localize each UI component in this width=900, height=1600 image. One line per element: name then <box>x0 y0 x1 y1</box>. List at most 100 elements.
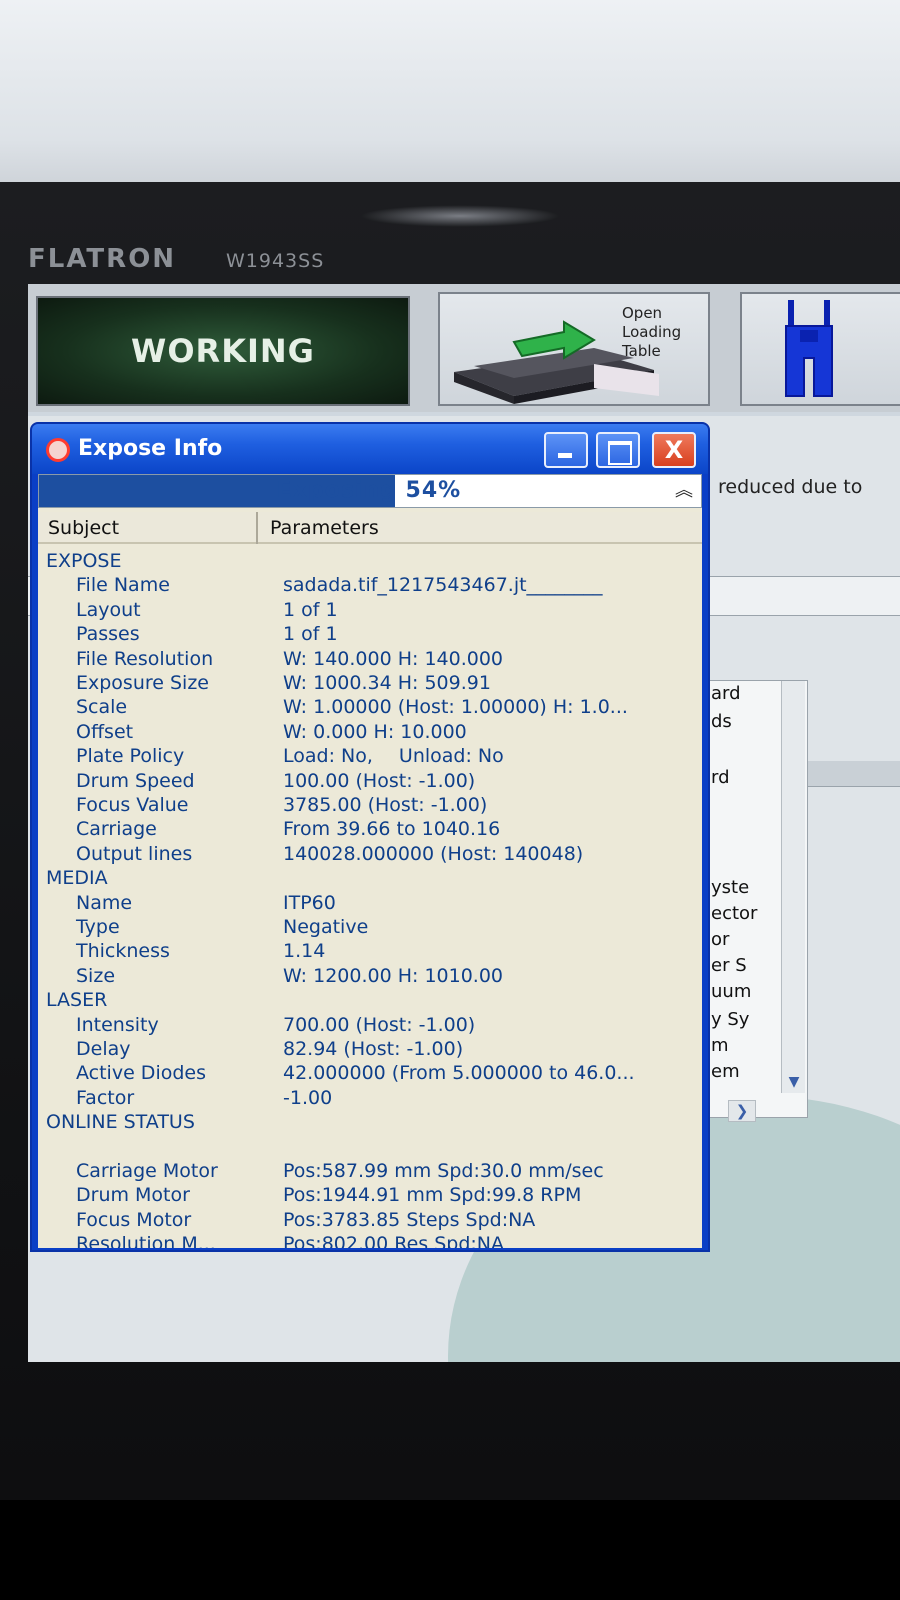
row-parameter: 1 of 1 <box>283 623 338 646</box>
plate-policy-load: Load: No, <box>283 745 373 768</box>
list-item[interactable]: ds <box>711 711 732 732</box>
row-subject: MEDIA <box>46 867 108 890</box>
row-parameter: 100.00 (Host: -1.00) <box>283 769 476 792</box>
overalls-icon <box>785 300 833 397</box>
app-toolbar: WORKING Open Loading Table <box>28 284 900 412</box>
row-subject: Layout <box>76 598 141 621</box>
table-row[interactable]: Carriage Motor Pos:587.99 mm Spd:30.0 mm/… <box>38 1160 702 1184</box>
row-subject: Active Diodes <box>76 1062 206 1085</box>
section-header-row[interactable]: EXPOSE <box>38 550 702 574</box>
window-client-area: Exposing 54% ︽ Subject Parameters EXPOSE… <box>38 474 702 1248</box>
open-loading-table-label: Open Loading Table <box>622 304 682 360</box>
row-parameter: 1 of 1 <box>283 598 338 621</box>
table-row[interactable]: Passes 1 of 1 <box>38 623 702 647</box>
list-item[interactable]: yste <box>711 877 749 898</box>
list-item[interactable]: er S <box>711 955 747 976</box>
table-row[interactable]: Carriage From 39.66 to 1040.16 <box>38 818 702 842</box>
expose-info-window: Expose Info X Exposing 54% ︽ Subject Par… <box>30 422 710 1252</box>
table-row[interactable]: Factor -1.00 <box>38 1087 702 1111</box>
table-row[interactable]: Size W: 1200.00 H: 1010.00 <box>38 965 702 989</box>
table-row[interactable] <box>38 1136 702 1160</box>
table-row[interactable]: Drum Motor Pos:1944.91 mm Spd:99.8 RPM <box>38 1184 702 1208</box>
list-item[interactable]: y Sy <box>711 1009 749 1030</box>
table-row[interactable]: Scale W: 1.00000 (Host: 1.00000) H: 1.0..… <box>38 696 702 720</box>
open-loading-table-button[interactable]: Open Loading Table <box>438 292 710 406</box>
row-parameter: W: 1.00000 (Host: 1.00000) H: 1.0... <box>283 696 628 719</box>
table-row[interactable]: Output lines 140028.000000 (Host: 140048) <box>38 843 702 867</box>
list-item[interactable]: m <box>711 1035 729 1056</box>
column-header-parameters[interactable]: Parameters <box>260 512 700 544</box>
list-scrollbar[interactable]: ▼ <box>781 681 805 1093</box>
table-row[interactable]: File Name sadada.tif_1217543467.jt_______… <box>38 574 702 598</box>
row-parameter: Load: No, Unload: No <box>283 745 504 767</box>
window-title: Expose Info <box>78 436 223 461</box>
row-parameter: 140028.000000 (Host: 140048) <box>283 842 584 865</box>
row-subject: Passes <box>76 623 140 646</box>
row-subject: Focus Motor <box>76 1208 192 1231</box>
row-subject: Drum Motor <box>76 1184 190 1207</box>
row-parameter: 3785.00 (Host: -1.00) <box>283 794 488 816</box>
row-parameter: W: 1200.00 H: 1010.00 <box>283 964 504 987</box>
table-row[interactable]: Resolution M... Pos:802.00 Res Spd:NA <box>38 1233 702 1248</box>
row-subject: Delay <box>76 1038 131 1060</box>
close-button[interactable]: X <box>652 432 696 468</box>
table-row[interactable]: Exposure Size W: 1000.34 H: 509.91 <box>38 672 702 696</box>
list-item[interactable]: ard <box>711 683 741 704</box>
app-icon <box>46 438 70 462</box>
list-item[interactable]: ector <box>711 903 757 924</box>
row-subject: Exposure Size <box>76 672 209 694</box>
window-title-bar[interactable]: Expose Info X <box>32 424 708 474</box>
table-row[interactable]: Layout 1 of 1 <box>38 599 702 623</box>
working-status-button[interactable]: WORKING <box>36 296 410 406</box>
table-row[interactable]: Active Diodes 42.000000 (From 5.000000 to… <box>38 1062 702 1086</box>
column-headers: Subject Parameters <box>38 512 702 544</box>
row-subject: Type <box>76 916 120 938</box>
row-subject: Drum Speed <box>76 769 195 792</box>
table-row[interactable]: Drum Speed 100.00 (Host: -1.00) <box>38 770 702 794</box>
maximize-button[interactable] <box>596 432 640 468</box>
row-subject: Thickness <box>76 940 170 963</box>
close-icon: X <box>664 436 684 464</box>
row-parameter: Pos:1944.91 mm Spd:99.8 RPM <box>283 1184 582 1207</box>
table-row[interactable]: Delay 82.94 (Host: -1.00) <box>38 1038 702 1062</box>
plate-policy-unload: Unload: No <box>398 745 504 768</box>
row-subject: File Name <box>76 574 170 597</box>
chevron-down-icon[interactable]: ▼ <box>782 1071 806 1093</box>
row-parameter: -1.00 <box>283 1086 333 1109</box>
background-list[interactable]: ard ds rd yste ector or er S uum y Sy m … <box>708 680 808 1118</box>
section-header-row[interactable]: MEDIA <box>38 867 702 891</box>
table-row[interactable]: Offset W: 0.000 H: 10.000 <box>38 721 702 745</box>
section-header-row[interactable]: LASER <box>38 989 702 1013</box>
row-subject: Plate Policy <box>76 745 185 768</box>
list-item[interactable]: or <box>711 929 729 950</box>
row-parameter: W: 140.000 H: 140.000 <box>283 647 504 670</box>
table-row[interactable]: Plate Policy Load: No, Unload: No <box>38 745 702 769</box>
wall-background <box>0 0 900 200</box>
row-subject: Resolution M... <box>76 1233 216 1248</box>
working-status-label: WORKING <box>131 332 315 370</box>
table-row[interactable]: Type Negative <box>38 916 702 940</box>
operator-button[interactable] <box>740 292 900 406</box>
list-item[interactable]: rd <box>711 767 730 788</box>
collapse-icon[interactable]: ︽ <box>669 477 699 505</box>
row-parameter: W: 0.000 H: 10.000 <box>283 720 467 743</box>
minimize-button[interactable] <box>544 432 588 468</box>
table-row[interactable]: Focus Value 3785.00 (Host: -1.00) <box>38 794 702 818</box>
table-row[interactable]: Intensity 700.00 (Host: -1.00) <box>38 1014 702 1038</box>
table-row[interactable]: Thickness 1.14 <box>38 940 702 964</box>
table-row[interactable]: Focus Motor Pos:3783.85 Steps Spd:NA <box>38 1209 702 1233</box>
bezel-glare <box>360 205 560 227</box>
row-subject: Factor <box>76 1086 135 1109</box>
row-parameter: Negative <box>283 916 369 938</box>
scroll-right-button[interactable]: ❯ <box>728 1100 756 1122</box>
column-header-subject[interactable]: Subject <box>38 512 258 544</box>
list-item[interactable]: em <box>711 1061 740 1082</box>
desk-shadow <box>0 1500 900 1600</box>
list-item[interactable]: uum <box>711 981 751 1002</box>
table-row[interactable]: Name ITP60 <box>38 892 702 916</box>
row-subject: Output lines <box>76 842 193 865</box>
table-row[interactable]: File Resolution W: 140.000 H: 140.000 <box>38 648 702 672</box>
row-subject: Intensity <box>76 1013 159 1036</box>
section-header-row[interactable]: ONLINE STATUS <box>38 1111 702 1135</box>
background-message-text: reduced due to <box>718 476 863 498</box>
